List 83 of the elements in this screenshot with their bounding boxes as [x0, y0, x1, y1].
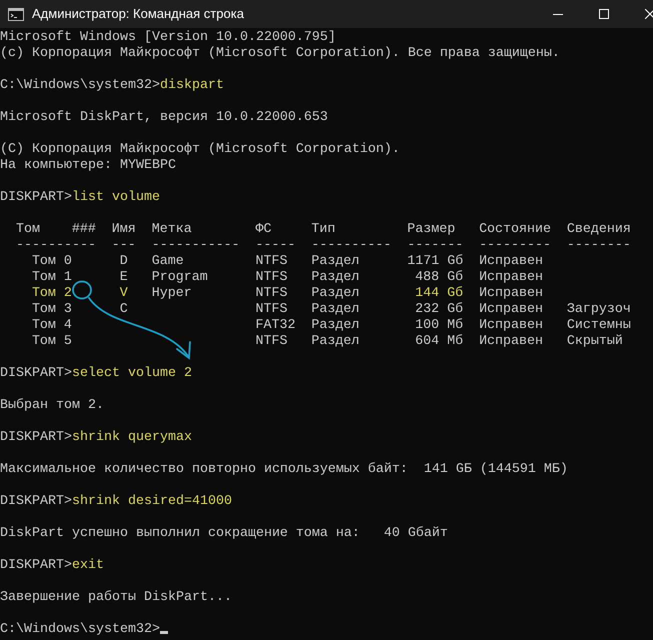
close-icon — [645, 9, 653, 19]
table-cell: NTFS — [256, 270, 288, 285]
console-output: (c) Корпорация Майкрософт (Microsoft Corporation). Все права защищены. — [0, 46, 560, 61]
header-rule: ------- — [407, 238, 464, 253]
console-output: Завершение работы DiskPart... — [0, 590, 232, 605]
table-cell: 144 Gб — [415, 286, 464, 301]
table-cell: Исправен — [479, 302, 544, 317]
table-cell: C — [120, 302, 128, 317]
header-rule: -------- — [566, 238, 631, 253]
console-output: DiskPart успешно выполнил сокращение тома на: 40 Gбайт — [0, 526, 448, 541]
table-cell: Раздел — [311, 270, 360, 285]
column-header: Размер — [407, 222, 456, 237]
table-cell: Раздел — [311, 334, 360, 349]
maximize-icon — [599, 9, 609, 19]
table-cell: Том 0 — [32, 254, 72, 269]
window-title: Администратор: Командная строка — [32, 5, 244, 24]
table-cell: Том 2 — [32, 286, 72, 301]
table-cell: Game — [152, 254, 184, 269]
console-output: (C) Корпорация Майкрософт (Microsoft Corporation). — [0, 142, 400, 157]
table-cell: Том 3 — [32, 302, 72, 317]
command-prompt: C:\Windows\system32> — [0, 622, 160, 637]
table-cell: NTFS — [256, 334, 288, 349]
table-cell: 100 Мб — [415, 318, 464, 333]
command-prompt: DISKPART> — [0, 558, 72, 573]
console-output: Максимальное количество повторно используемых байт: 141 GБ (144591 МБ) — [0, 462, 568, 477]
header-rule: ----- — [256, 238, 296, 253]
column-header: Метка — [152, 222, 192, 237]
command-text: list volume — [72, 190, 160, 205]
command-text: select volume 2 — [72, 366, 192, 381]
table-cell: V — [120, 286, 128, 301]
table-cell: Том 1 — [32, 270, 72, 285]
table-cell: NTFS — [256, 254, 288, 269]
table-cell: Исправен — [479, 286, 544, 301]
table-cell: Исправен — [479, 318, 544, 333]
column-header: Сведения — [566, 222, 631, 237]
column-header: Имя — [112, 222, 136, 237]
console-output: Microsoft Windows [Version 10.0.22000.795] — [0, 30, 336, 45]
column-header: Том — [16, 222, 40, 237]
header-rule: ---------- — [311, 238, 392, 253]
command-text: shrink querymax — [72, 430, 192, 445]
console-output: На компьютере: MYWEBPC — [0, 158, 176, 173]
column-header: ФС — [256, 222, 272, 237]
header-rule: ----------- — [152, 238, 240, 253]
column-header: Тип — [311, 222, 336, 237]
table-cell: Исправен — [479, 254, 544, 269]
console-output: Microsoft DiskPart, версия 10.0.22000.653 — [0, 110, 328, 125]
table-cell: Раздел — [311, 318, 360, 333]
table-cell: Том 5 — [32, 334, 72, 349]
column-header: ### — [72, 222, 96, 237]
table-cell: Скрытый — [566, 334, 623, 349]
table-cell: 604 Мб — [415, 334, 464, 349]
console-output: Выбран том 2. — [0, 398, 104, 413]
command-prompt: DISKPART> — [0, 430, 72, 445]
table-cell: Том 4 — [32, 318, 72, 333]
table-cell: 232 Gб — [415, 302, 464, 317]
table-cell: Системны — [566, 318, 631, 333]
table-cell: Program — [152, 270, 208, 285]
table-cell: E — [120, 270, 128, 285]
header-rule: --- — [112, 238, 136, 253]
table-cell: 488 Gб — [415, 270, 464, 285]
command-text: diskpart — [160, 78, 224, 93]
table-cell: Исправен — [479, 334, 544, 349]
command-text: exit — [72, 558, 104, 573]
table-cell: D — [120, 254, 128, 269]
table-cell: 1171 Gб — [407, 254, 464, 269]
table-cell: Исправен — [479, 270, 544, 285]
console-app-icon — [8, 8, 24, 20]
command-prompt: DISKPART> — [0, 190, 72, 205]
table-cell: NTFS — [256, 286, 288, 301]
column-header: Состояние — [479, 222, 552, 237]
table-cell: Раздел — [311, 286, 360, 301]
command-text: shrink desired=41000 — [72, 494, 232, 509]
table-cell: FAT32 — [256, 318, 296, 333]
command-prompt: C:\Windows\system32> — [0, 78, 160, 93]
command-prompt: DISKPART> — [0, 494, 72, 509]
table-cell: Раздел — [311, 302, 360, 317]
table-cell: Hyper — [152, 286, 192, 301]
table-cell: Загрузоч — [566, 302, 631, 317]
table-cell: NTFS — [256, 302, 288, 317]
header-rule: --------- — [479, 238, 552, 253]
header-rule: ---------- — [16, 238, 96, 253]
table-cell: Раздел — [311, 254, 360, 269]
command-prompt: DISKPART> — [0, 366, 72, 381]
